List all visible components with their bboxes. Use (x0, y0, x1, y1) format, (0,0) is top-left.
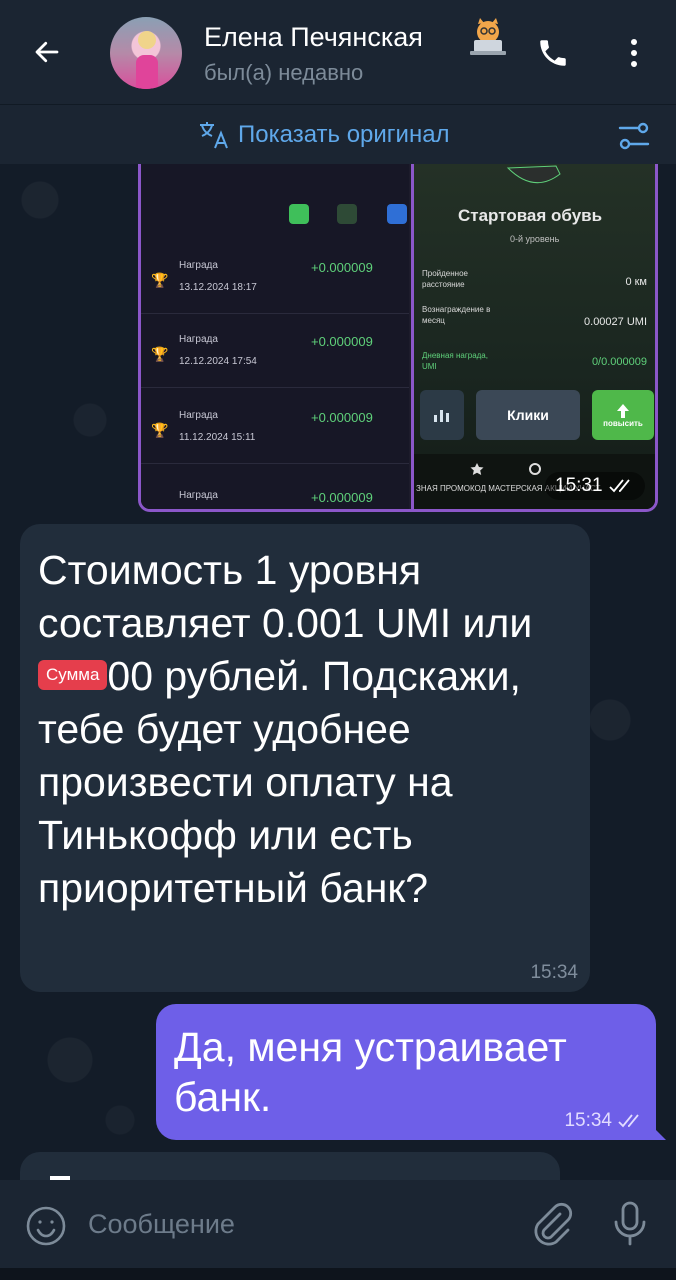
cat-laptop-emoji-icon (470, 18, 506, 55)
show-original-label: Показать оригинал (238, 121, 450, 148)
reward-row: 🏆 Награда 13.12.2024 18:17 +0.000009 (141, 246, 409, 314)
incoming-message-text: Стоимость 1 уровня составляет 0.001 UMI … (38, 547, 533, 911)
rewards-screenshot: 🏆 Награда 13.12.2024 18:17 +0.000009 🏆 Н… (141, 164, 409, 509)
reward-row: Награда +0.000009 (179, 490, 373, 505)
contact-status: был(а) недавно (204, 60, 364, 85)
translate-bar: Показать оригинал (0, 104, 676, 164)
green-app-icon (289, 204, 309, 224)
sum-badge: Сумма (38, 660, 108, 691)
stats-button (420, 390, 464, 440)
star-icon (470, 463, 484, 475)
arrow-up-icon (617, 403, 629, 418)
double-check-icon (608, 479, 630, 493)
back-button[interactable] (22, 30, 72, 74)
blue-app-icon (387, 204, 407, 224)
sneaker-icon (506, 165, 561, 184)
shoe-title: Стартовая обувь (458, 206, 603, 225)
incoming-message[interactable]: Стоимость 1 уровня составляет 0.001 UMI … (20, 524, 590, 992)
upgrade-button: повысить (592, 390, 654, 440)
translate-settings-button[interactable] (616, 119, 652, 153)
contact-name[interactable]: Елена Печянская (204, 22, 423, 53)
plant-app-icon (337, 204, 357, 224)
chat-header: Елена Печянская был(а) недавно (0, 0, 676, 104)
incoming-timestamp: 15:34 (530, 962, 578, 983)
reward-row: 🏆 Награда 11.12.2024 15:11 +0.000009 (141, 396, 409, 464)
attach-button[interactable] (530, 1202, 574, 1248)
image-message[interactable]: 🏆 Награда 13.12.2024 18:17 +0.000009 🏆 Н… (138, 164, 658, 512)
call-button[interactable] (532, 32, 574, 74)
smile-icon (26, 1206, 66, 1246)
outgoing-timestamp: 15:34 (564, 1110, 644, 1132)
microphone-icon (614, 1201, 646, 1246)
reward-row: 🏆 Награда 12.12.2024 17:54 +0.000009 (141, 320, 409, 388)
target-icon (529, 463, 541, 475)
message-input[interactable] (88, 1200, 508, 1248)
outgoing-message-text: Да, меня устраивает банк. (174, 1024, 567, 1120)
more-vertical-icon (631, 39, 637, 67)
paperclip-icon (534, 1202, 573, 1246)
microphone-button[interactable] (612, 1200, 656, 1250)
trophy-icon: 🏆 (151, 346, 169, 362)
arrow-left-icon (35, 41, 59, 63)
shoe-level: 0-й уровень (510, 234, 560, 244)
system-nav-strip (0, 1268, 676, 1280)
phone-icon (540, 40, 566, 66)
more-menu-button[interactable] (614, 32, 654, 74)
avatar[interactable] (110, 17, 182, 89)
clicks-button: Клики (476, 390, 580, 440)
shoe-screenshot: Стартовая обувь 0-й уровень Пройденное р… (411, 164, 655, 509)
message-composer (0, 1180, 676, 1268)
bar-chart-icon (434, 410, 449, 422)
translate-icon (200, 122, 228, 149)
image-timestamp: 15:31 (545, 472, 645, 500)
show-original-button[interactable]: Показать оригинал (198, 117, 450, 153)
trophy-icon: 🏆 (151, 422, 169, 438)
double-check-icon (618, 1114, 639, 1128)
trophy-icon: 🏆 (151, 272, 169, 288)
emoji-button[interactable] (24, 1204, 68, 1248)
outgoing-message[interactable]: Да, меня устраивает банк. 15:34 (156, 1004, 656, 1140)
sliders-icon (618, 122, 650, 150)
